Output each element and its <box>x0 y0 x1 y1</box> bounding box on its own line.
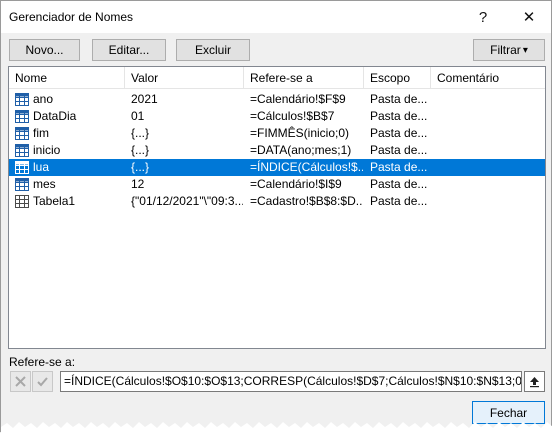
filter-button[interactable]: Filtrar ▾ <box>473 39 545 61</box>
cell-scope: Pasta de... <box>370 126 428 140</box>
column-header-scope[interactable]: Escopo <box>364 67 431 89</box>
named-range-icon <box>15 127 29 140</box>
close-button-label: Fechar <box>489 405 528 420</box>
collapse-dialog-button[interactable] <box>524 371 545 392</box>
cell-scope: Pasta de... <box>370 92 428 106</box>
cell-name: DataDia <box>33 109 77 123</box>
refers-to-input[interactable]: =ÍNDICE(Cálculos!$O$10:$O$13;CORRESP(Cál… <box>60 371 522 392</box>
cell-scope: Pasta de... <box>370 160 428 174</box>
cell-refers: =DATA(ano;mes;1) <box>250 143 352 157</box>
cell-scope: Pasta de... <box>370 177 428 191</box>
cell-comment <box>437 142 543 159</box>
cell-name: ano <box>33 92 54 106</box>
delete-button-label: Excluir <box>194 43 231 57</box>
checkmark-icon <box>37 377 48 387</box>
cancel-edit-button[interactable] <box>10 371 31 392</box>
cancel-x-icon <box>15 376 26 387</box>
cell-refers: =Calendário!$I$9 <box>250 177 342 191</box>
edit-button-label: Editar... <box>108 43 150 57</box>
named-range-icon <box>15 161 29 174</box>
cell-comment <box>437 159 543 176</box>
cell-scope: Pasta de... <box>370 194 428 208</box>
confirm-edit-button[interactable] <box>32 371 53 392</box>
list-item[interactable]: Tabela1 {"01/12/2021"\"09:3... =Cadastro!$… <box>9 193 545 210</box>
list-item[interactable]: ano 2021 =Calendário!$F$9 Pasta de... <box>9 91 545 108</box>
cell-name: mes <box>33 177 56 191</box>
column-header-comment[interactable]: Comentário <box>431 67 545 89</box>
names-list[interactable]: Nome Valor Refere-se a Escopo Comentário… <box>8 66 546 349</box>
cell-refers: =Calendário!$F$9 <box>250 92 346 106</box>
cell-value: {...} <box>131 143 150 157</box>
delete-button[interactable]: Excluir <box>176 39 250 61</box>
cell-refers: =Cadastro!$B$8:$D... <box>250 194 363 208</box>
title-bar: Gerenciador de Nomes ? ✕ <box>1 1 551 33</box>
cell-refers: =FIMMÊS(inicio;0) <box>250 126 350 140</box>
list-item[interactable]: fim {...} =FIMMÊS(inicio;0) Pasta de... <box>9 125 545 142</box>
cell-comment <box>437 193 543 210</box>
cell-comment <box>437 176 543 193</box>
close-window-button[interactable]: ✕ <box>509 1 549 33</box>
column-header-refers-to[interactable]: Refere-se a <box>244 67 364 89</box>
chevron-down-icon: ▾ <box>522 44 528 56</box>
refers-to-label: Refere-se a: <box>9 355 75 369</box>
list-item[interactable]: lua {...} =ÍNDICE(Cálculos!$... Pasta de... <box>9 159 545 176</box>
cell-value: {"01/12/2021"\"09:3... <box>131 194 243 208</box>
list-item[interactable]: mes 12 =Calendário!$I$9 Pasta de... <box>9 176 545 193</box>
list-header: Nome Valor Refere-se a Escopo Comentário <box>9 67 545 89</box>
cell-name: fim <box>33 126 49 140</box>
cell-value: 01 <box>131 109 145 123</box>
edit-button[interactable]: Editar... <box>92 39 166 61</box>
new-button-label: Novo... <box>25 43 64 57</box>
cell-value: {...} <box>131 126 150 140</box>
help-button[interactable]: ? <box>463 1 503 33</box>
close-icon: ✕ <box>522 9 536 26</box>
window-title: Gerenciador de Nomes <box>9 10 134 24</box>
cell-name: Tabela1 <box>33 194 76 208</box>
filter-button-label: Filtrar <box>490 43 521 57</box>
cell-value: {...} <box>131 160 150 174</box>
cell-name: lua <box>33 160 50 174</box>
cell-value: 12 <box>131 177 145 191</box>
cell-comment <box>437 91 543 108</box>
column-header-name[interactable]: Nome <box>9 67 125 89</box>
refers-to-label-text: Refere-se a: <box>9 355 76 369</box>
torn-edge-decoration <box>1 422 552 433</box>
list-item[interactable]: DataDia 01 =Cálculos!$B$7 Pasta de... <box>9 108 545 125</box>
cell-refers: =ÍNDICE(Cálculos!$... <box>250 160 363 174</box>
cell-value: 2021 <box>131 92 158 106</box>
name-manager-dialog: Gerenciador de Nomes ? ✕ Novo... Editar.… <box>0 0 552 433</box>
named-range-icon <box>15 110 29 123</box>
table-icon <box>15 195 29 208</box>
cell-name: inicio <box>33 143 61 157</box>
column-header-value[interactable]: Valor <box>125 67 244 89</box>
help-icon: ? <box>478 8 488 26</box>
cell-scope: Pasta de... <box>370 109 428 123</box>
cell-comment <box>437 108 543 125</box>
named-range-icon <box>15 144 29 157</box>
new-button[interactable]: Novo... <box>9 39 80 61</box>
list-item[interactable]: inicio {...} =DATA(ano;mes;1) Pasta de... <box>9 142 545 159</box>
named-range-icon <box>15 178 29 191</box>
cell-refers: =Cálculos!$B$7 <box>250 109 335 123</box>
cell-comment <box>437 125 543 142</box>
collapse-up-arrow-icon <box>530 377 539 388</box>
cell-scope: Pasta de... <box>370 143 428 157</box>
named-range-icon <box>15 93 29 106</box>
